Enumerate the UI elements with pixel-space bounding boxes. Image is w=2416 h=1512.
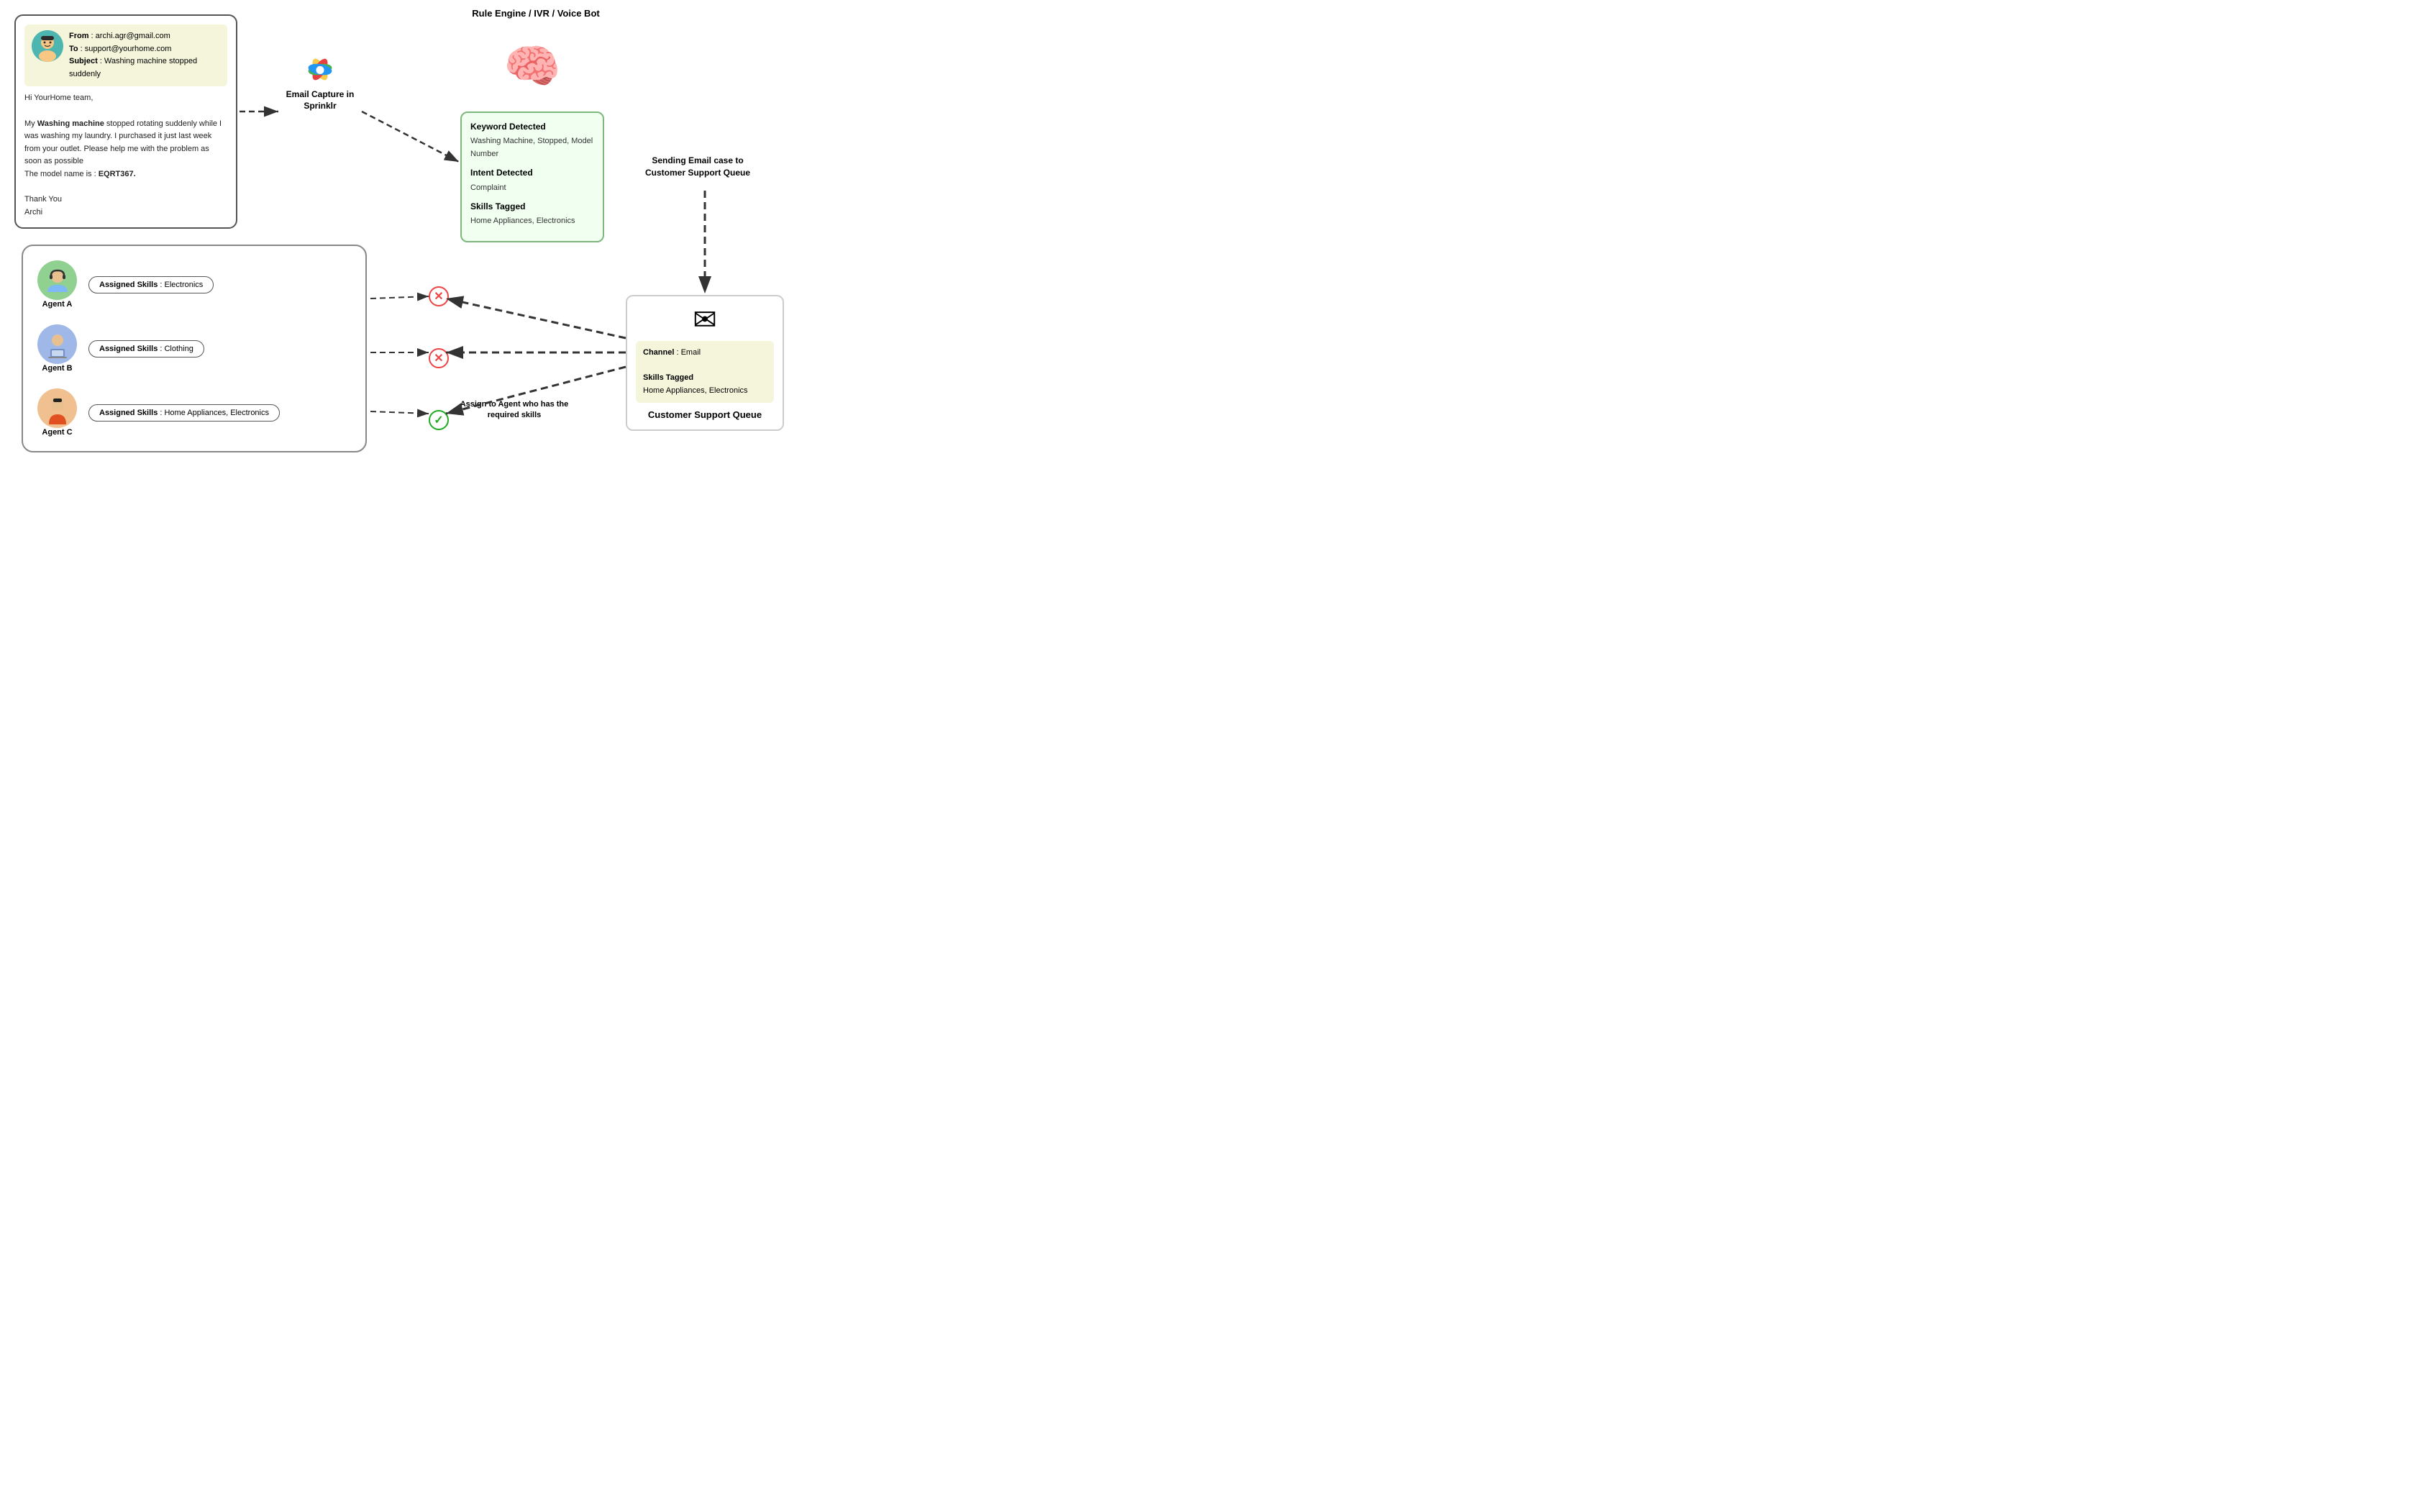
agent-a-skills-label: Assigned Skills bbox=[99, 281, 158, 289]
channel-label: Channel bbox=[643, 348, 674, 357]
csq-title: Customer Support Queue bbox=[636, 409, 774, 422]
agent-a-row: Agent A Assigned Skills : Electronics bbox=[37, 260, 351, 309]
keyword-value: Washing Machine, Stopped, Model Number bbox=[470, 135, 594, 160]
agent-b-row: Agent B Assigned Skills : Clothing bbox=[37, 324, 351, 373]
agent-b-name: Agent B bbox=[42, 364, 72, 373]
email-greeting: Hi YourHome team, bbox=[24, 92, 227, 105]
email-body: Hi YourHome team, My Washing machine sto… bbox=[24, 92, 227, 219]
agent-a-skills: Assigned Skills : Electronics bbox=[88, 276, 214, 293]
sprinklr-logo-icon bbox=[291, 40, 349, 83]
intent-value: Complaint bbox=[470, 182, 594, 195]
reject-agent-b-icon: ✕ bbox=[429, 348, 449, 368]
csq-skills-label: Skills Tagged bbox=[643, 372, 767, 385]
agent-c-name: Agent C bbox=[42, 428, 72, 437]
csq-info: Channel : Email Skills Tagged Home Appli… bbox=[636, 341, 774, 403]
channel-value: Email bbox=[681, 348, 701, 357]
keyword-title: Keyword Detected bbox=[470, 120, 594, 134]
email-envelope-icon: ✉ bbox=[636, 304, 774, 337]
rule-engine-title: Rule Engine / IVR / Voice Bot bbox=[471, 7, 601, 20]
agent-b-col: Agent B bbox=[37, 324, 77, 373]
brain-icon: 🧠 bbox=[496, 40, 568, 97]
diagram: From : archi.agr@gmail.com To : support@… bbox=[0, 0, 806, 504]
agent-c-skills: Assigned Skills : Home Appliances, Elect… bbox=[88, 404, 280, 422]
email-header-text: From : archi.agr@gmail.com To : support@… bbox=[69, 30, 220, 81]
agent-c-row: Agent C Assigned Skills : Home Appliance… bbox=[37, 388, 351, 437]
skills-tagged-value: Home Appliances, Electronics bbox=[470, 215, 594, 228]
email-to: support@yourhome.com bbox=[85, 45, 172, 53]
reject-agent-a-icon: ✕ bbox=[429, 286, 449, 306]
skills-tagged-title: Skills Tagged bbox=[470, 200, 594, 214]
email-from: archi.agr@gmail.com bbox=[96, 32, 170, 40]
email-header: From : archi.agr@gmail.com To : support@… bbox=[24, 24, 227, 86]
csq-skills-value: Home Appliances, Electronics bbox=[643, 385, 767, 398]
email-box: From : archi.agr@gmail.com To : support@… bbox=[14, 14, 237, 229]
email-content: My Washing machine stopped rotating sudd… bbox=[24, 118, 227, 181]
sprinklr-label: Email Capture in Sprinklr bbox=[281, 89, 360, 111]
agent-a-avatar bbox=[37, 260, 77, 300]
email-signoff: Thank YouArchi bbox=[24, 193, 227, 219]
agent-a-to-reject-arrow bbox=[370, 296, 429, 299]
agent-a-col: Agent A bbox=[37, 260, 77, 309]
agent-c-skills-value: Home Appliances, Electronics bbox=[164, 409, 269, 417]
sending-label: Sending Email case to Customer Support Q… bbox=[637, 155, 759, 179]
sprinklr-to-rule-engine-arrow bbox=[362, 111, 459, 162]
assign-label: Assign to Agent who has the required ski… bbox=[446, 399, 583, 422]
agent-a-skills-value: Electronics bbox=[164, 281, 203, 289]
intent-title: Intent Detected bbox=[470, 166, 594, 180]
agent-c-col: Agent C bbox=[37, 388, 77, 437]
agent-b-skills-label: Assigned Skills bbox=[99, 345, 158, 353]
agent-c-avatar bbox=[37, 388, 77, 428]
agent-b-avatar bbox=[37, 324, 77, 364]
csq-box: ✉ Channel : Email Skills Tagged Home App… bbox=[626, 295, 784, 431]
agent-b-skills: Assigned Skills : Clothing bbox=[88, 340, 204, 357]
agent-c-skills-label: Assigned Skills bbox=[99, 409, 158, 417]
keyword-box: Keyword Detected Washing Machine, Stoppe… bbox=[460, 111, 604, 242]
agent-b-skills-value: Clothing bbox=[164, 345, 193, 353]
sprinklr-box: Email Capture in Sprinklr bbox=[281, 40, 360, 111]
agents-container: Agent A Assigned Skills : Electronics bbox=[22, 245, 367, 452]
csq-to-agent-a-arrow bbox=[446, 299, 626, 338]
avatar bbox=[32, 30, 63, 62]
agent-a-name: Agent A bbox=[42, 300, 73, 309]
agent-c-to-accept-arrow bbox=[370, 411, 429, 414]
